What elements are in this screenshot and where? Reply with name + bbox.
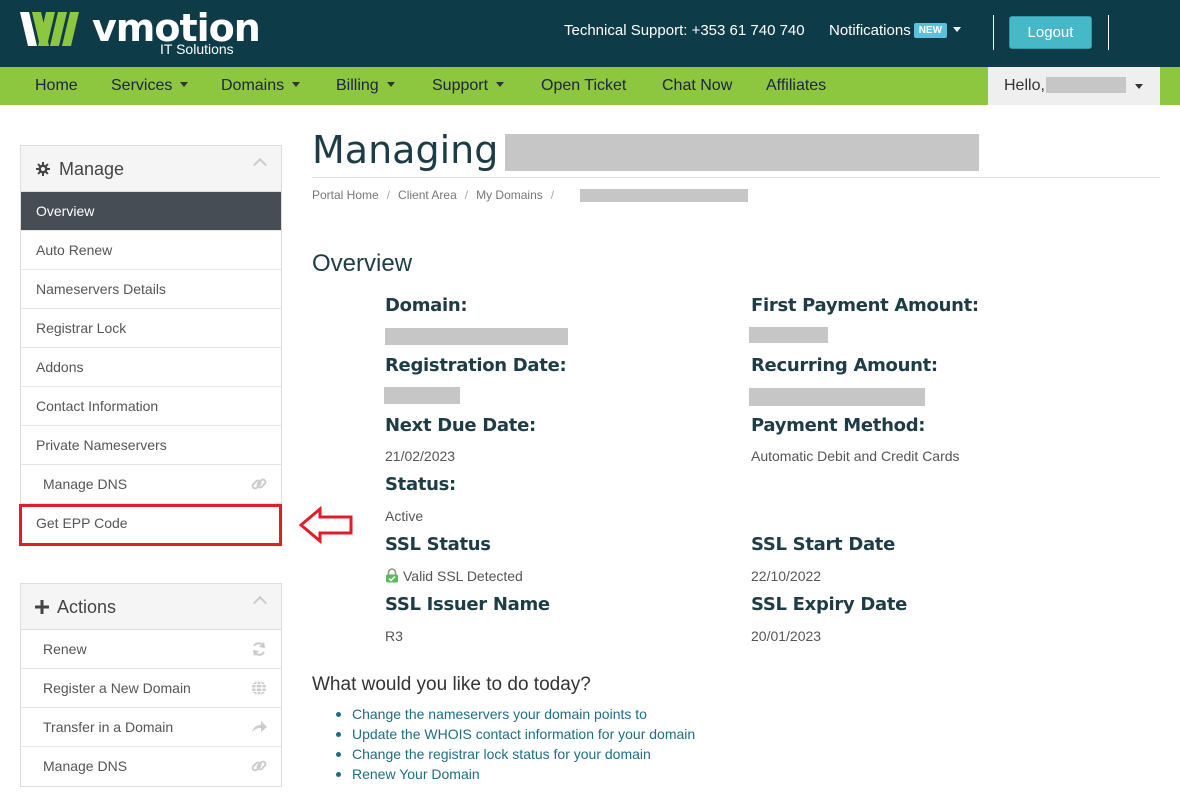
actions-panel: Actions Renew Register a New Domain Tran…	[20, 583, 282, 787]
todo-heading: What would you like to do today?	[312, 674, 591, 695]
user-menu[interactable]: Hello,	[988, 67, 1160, 105]
chevron-up-icon[interactable]	[252, 157, 268, 173]
actions-panel-header[interactable]: Actions	[21, 584, 281, 630]
chevron-down-icon	[386, 82, 395, 87]
link-change-nameservers[interactable]: Change the nameservers your domain point…	[334, 706, 695, 726]
recurring-amount-label: Recurring Amount:	[751, 355, 938, 376]
manage-panel: Manage Overview Auto Renew Nameservers D…	[20, 145, 282, 544]
status-value: Active	[385, 508, 424, 524]
logo-subtitle: IT Solutions	[160, 41, 234, 57]
ssl-expiry-date-value: 20/01/2023	[751, 628, 822, 644]
ssl-issuer-value: R3	[385, 628, 403, 644]
chevron-down-icon	[1135, 84, 1143, 89]
lock-icon	[386, 568, 398, 583]
actions-title: Actions	[57, 597, 117, 617]
notifications-menu[interactable]: Notifications NEW	[829, 22, 962, 39]
ssl-issuer-label: SSL Issuer Name	[385, 594, 550, 615]
nav-affiliates[interactable]: Affiliates	[766, 77, 826, 95]
logo-mark-icon	[20, 12, 79, 46]
nav-support[interactable]: Support	[432, 77, 505, 95]
globe-icon	[252, 680, 266, 696]
todo-links: Change the nameservers your domain point…	[334, 706, 695, 786]
sidebar-item-private-nameservers[interactable]: Private Nameservers	[21, 426, 281, 465]
redacted-first-payment	[749, 327, 828, 343]
nav-chat-now[interactable]: Chat Now	[662, 77, 732, 95]
divider	[993, 15, 994, 50]
ssl-expiry-date-label: SSL Expiry Date	[751, 594, 908, 615]
sidebar-item-contact-information[interactable]: Contact Information	[21, 387, 281, 426]
status-label: Status:	[385, 474, 456, 495]
redacted-recurring-amount	[749, 388, 925, 406]
payment-method-value: Automatic Debit and Credit Cards	[751, 448, 960, 464]
ssl-status-value: Valid SSL Detected	[385, 568, 523, 584]
plus-icon	[35, 600, 49, 614]
redacted-domain-name	[505, 134, 979, 171]
sidebar-item-addons[interactable]: Addons	[21, 348, 281, 387]
link-icon	[251, 760, 267, 772]
chevron-down-icon	[180, 82, 189, 87]
domain-label: Domain:	[385, 295, 468, 316]
action-manage-dns[interactable]: Manage DNS	[21, 747, 281, 786]
new-badge: NEW	[913, 23, 948, 38]
chevron-up-icon[interactable]	[252, 595, 268, 611]
ssl-status-text: Valid SSL Detected	[403, 568, 523, 584]
action-renew[interactable]: Renew	[21, 630, 281, 669]
divider	[1108, 15, 1109, 50]
link-icon	[251, 478, 267, 490]
breadcrumb-client-area[interactable]: Client Area	[398, 188, 457, 202]
redacted-registration-date	[384, 387, 460, 404]
nav-services[interactable]: Services	[111, 77, 189, 95]
arrow-left-icon	[298, 506, 353, 544]
action-register-new-domain[interactable]: Register a New Domain	[21, 669, 281, 708]
sidebar-item-overview[interactable]: Overview	[21, 192, 281, 231]
sidebar-item-nameservers-details[interactable]: Nameservers Details	[21, 270, 281, 309]
action-transfer-domain[interactable]: Transfer in a Domain	[21, 708, 281, 747]
overview-heading: Overview	[312, 250, 413, 277]
technical-support-text: Technical Support: +353 61 740 740	[564, 22, 805, 39]
sidebar-item-manage-dns[interactable]: Manage DNS	[21, 465, 281, 504]
redacted-domain-value	[385, 328, 568, 345]
manage-panel-header[interactable]: Manage	[21, 146, 281, 192]
gear-icon	[36, 162, 50, 176]
registration-date-label: Registration Date:	[385, 355, 567, 376]
refresh-icon	[253, 642, 265, 656]
redacted-breadcrumb-domain	[580, 189, 748, 202]
highlight-box	[19, 504, 282, 546]
notifications-label: Notifications	[829, 22, 911, 39]
vmotion-logo[interactable]: vmotion IT Solutions	[20, 6, 261, 60]
payment-method-label: Payment Method:	[751, 415, 926, 436]
sidebar-item-auto-renew[interactable]: Auto Renew	[21, 231, 281, 270]
link-renew-domain[interactable]: Renew Your Domain	[334, 766, 695, 786]
nav-billing[interactable]: Billing	[336, 77, 395, 95]
nav-open-ticket[interactable]: Open Ticket	[541, 77, 626, 95]
breadcrumb-my-domains[interactable]: My Domains	[476, 188, 543, 202]
chevron-down-icon	[953, 27, 962, 32]
next-due-date-label: Next Due Date:	[385, 415, 536, 436]
chevron-down-icon	[496, 82, 505, 87]
ssl-start-date-label: SSL Start Date	[751, 534, 896, 555]
manage-title: Manage	[59, 159, 125, 179]
hello-label: Hello,	[1004, 77, 1045, 94]
share-arrow-icon	[252, 721, 267, 733]
sidebar-item-registrar-lock[interactable]: Registrar Lock	[21, 309, 281, 348]
chevron-down-icon	[292, 82, 301, 87]
first-payment-label: First Payment Amount:	[751, 295, 979, 316]
top-header: vmotion IT Solutions Technical Support: …	[0, 0, 1180, 67]
redacted-username	[1046, 77, 1126, 93]
breadcrumb-portal-home[interactable]: Portal Home	[312, 188, 379, 202]
logout-button[interactable]: Logout	[1009, 16, 1092, 49]
link-registrar-lock[interactable]: Change the registrar lock status for you…	[334, 746, 695, 766]
next-due-date-value: 21/02/2023	[385, 448, 456, 464]
nav-domains[interactable]: Domains	[221, 77, 301, 95]
breadcrumb: Portal Home / Client Area / My Domains /	[312, 188, 555, 202]
link-update-whois[interactable]: Update the WHOIS contact information for…	[334, 726, 695, 746]
ssl-status-label: SSL Status	[385, 534, 491, 555]
divider	[312, 177, 1160, 178]
page-title: Managing	[312, 128, 499, 172]
ssl-start-date-value: 22/10/2022	[751, 568, 822, 584]
nav-home[interactable]: Home	[35, 77, 78, 95]
